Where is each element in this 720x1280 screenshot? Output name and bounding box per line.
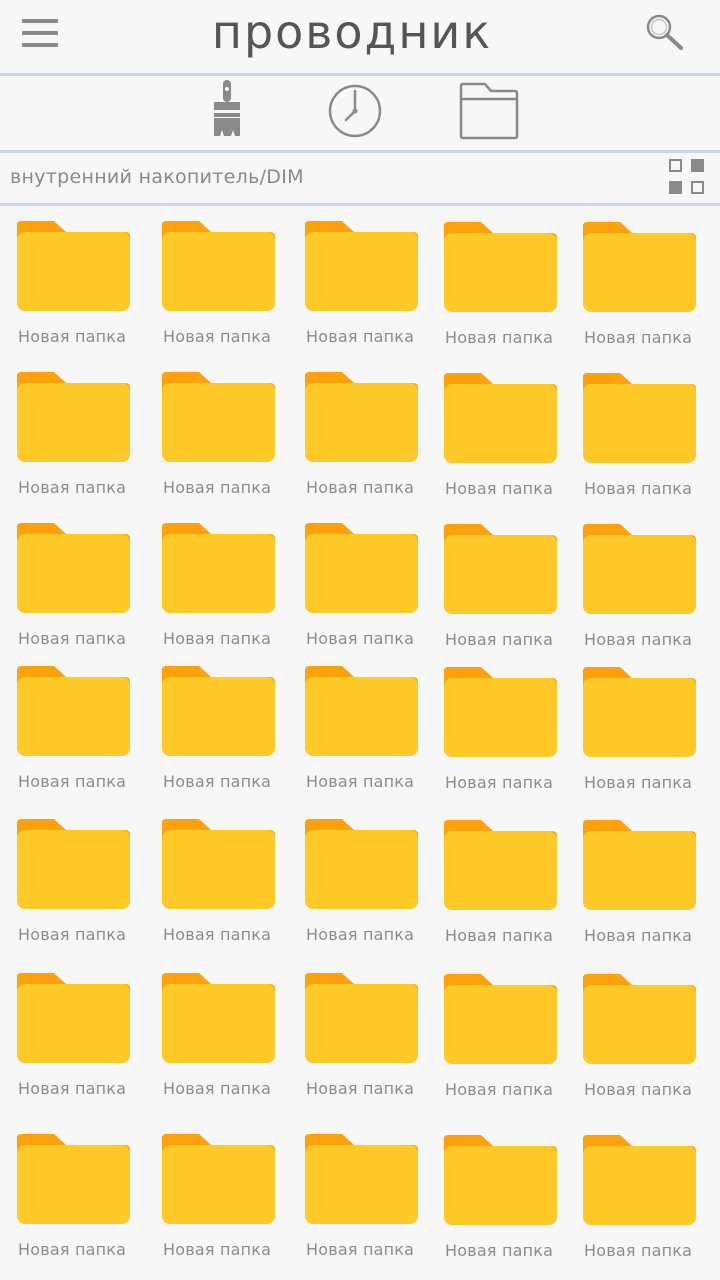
folder-item[interactable]: Новая папка [162,523,292,653]
folder-item[interactable]: Новая папка [583,974,713,1104]
folder-item[interactable]: Новая папка [305,819,435,949]
folder-item[interactable]: Новая папка [444,1135,574,1265]
page-title: проводник [211,5,493,59]
folder-item[interactable]: Новая папка [17,221,147,351]
folder-label: Новая папка [445,630,554,649]
folder-item[interactable]: Новая папка [444,222,574,352]
folder-label: Новая папка [163,1240,272,1259]
folder-item[interactable]: Новая папка [162,819,292,949]
folder-label: Новая папка [18,772,127,791]
folder-label: Новая папка [445,926,554,945]
folder-item[interactable]: Новая папка [583,1135,713,1265]
folder-item[interactable]: Новая папка [305,1134,435,1264]
folder-label: Новая папка [445,1241,554,1260]
folder-item[interactable]: Новая папка [162,666,292,796]
folder-item[interactable]: Новая папка [17,666,147,796]
folder-label: Новая папка [445,328,554,347]
folder-item[interactable]: Новая папка [305,523,435,653]
folder-label: Новая папка [306,1079,415,1098]
folder-label: Новая папка [584,479,693,498]
folder-item[interactable]: Новая папка [583,524,713,654]
folder-label: Новая папка [18,478,127,497]
folder-label: Новая папка [163,772,272,791]
grid-view-icon[interactable] [669,159,709,199]
folder-label: Новая папка [584,630,693,649]
folder-label: Новая папка [445,1080,554,1099]
folder-item[interactable]: Новая папка [17,819,147,949]
folder-item[interactable]: Новая папка [444,667,574,797]
folder-label: Новая папка [306,772,415,791]
folder-label: Новая папка [163,925,272,944]
toolbar [0,76,720,150]
folder-label: Новая папка [18,629,127,648]
folder-item[interactable]: Новая папка [162,221,292,351]
folder-item[interactable]: Новая папка [17,372,147,502]
folder-item[interactable]: Новая папка [305,221,435,351]
folder-item[interactable]: Новая папка [305,372,435,502]
folder-item[interactable]: Новая папка [17,523,147,653]
folder-label: Новая папка [18,1240,127,1259]
folder-label: Новая папка [584,1080,693,1099]
folder-label: Новая папка [584,1241,693,1260]
folder-label: Новая папка [163,327,272,346]
folder-item[interactable]: Новая папка [583,373,713,503]
folder-item[interactable]: Новая папка [305,666,435,796]
folder-label: Новая папка [445,479,554,498]
folder-label: Новая папка [18,925,127,944]
folder-label: Новая папка [306,629,415,648]
folder-item[interactable]: Новая папка [162,973,292,1103]
folder-item[interactable]: Новая папка [583,222,713,352]
path-bar: внутренний накопитель/DIM [0,153,720,203]
folder-label: Новая папка [584,926,693,945]
folder-item[interactable]: Новая папка [17,973,147,1103]
folder-item[interactable]: Новая папка [583,667,713,797]
folder-item[interactable]: Новая папка [305,973,435,1103]
folder-label: Новая папка [18,327,127,346]
folder-label: Новая папка [306,478,415,497]
folder-item[interactable]: Новая папка [583,820,713,950]
folder-label: Новая папка [584,328,693,347]
folder-label: Новая папка [306,1240,415,1259]
brush-icon[interactable] [211,80,243,142]
folder-item[interactable]: Новая папка [444,974,574,1104]
folder-label: Новая папка [584,773,693,792]
folder-label: Новая папка [163,629,272,648]
search-icon[interactable] [644,13,684,53]
pathbar-divider [0,203,720,206]
clock-icon[interactable] [328,80,382,142]
folder-item[interactable]: Новая папка [17,1134,147,1264]
folder-label: Новая папка [163,1079,272,1098]
folder-item[interactable]: Новая папка [162,1134,292,1264]
folder-label: Новая папка [163,478,272,497]
folder-item[interactable]: Новая папка [444,820,574,950]
folder-label: Новая папка [445,773,554,792]
folder-label: Новая папка [306,925,415,944]
folder-item[interactable]: Новая папка [162,372,292,502]
folder-icon[interactable] [459,80,519,142]
folder-label: Новая папка [18,1079,127,1098]
current-path[interactable]: внутренний накопитель/DIM [10,166,304,188]
folder-item[interactable]: Новая папка [444,373,574,503]
folder-item[interactable]: Новая папка [444,524,574,654]
app-header: проводник [0,0,720,73]
folder-label: Новая папка [306,327,415,346]
